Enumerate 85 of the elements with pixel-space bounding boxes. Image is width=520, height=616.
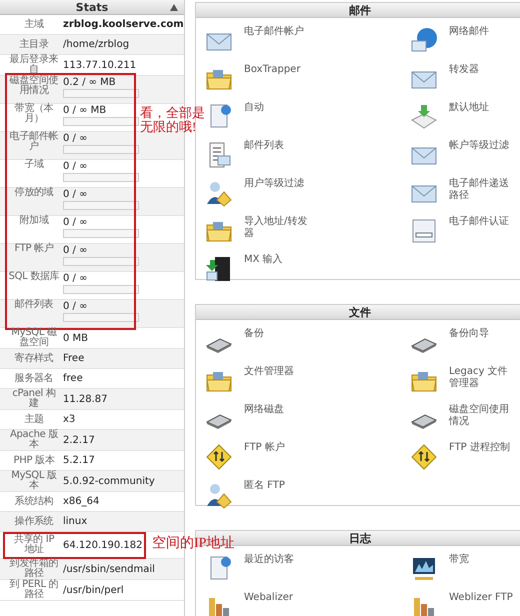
annotation-text: 空间的IP地址 — [152, 534, 234, 552]
stat-label: 主目录 — [18, 40, 50, 50]
feature-link[interactable]: 转发器 — [449, 64, 517, 76]
diamond-icon — [409, 442, 439, 472]
diamond-icon — [204, 442, 234, 472]
stat-label: 邮件列表 — [14, 300, 54, 310]
stat-value: x86_64 — [63, 496, 100, 507]
feature-link[interactable]: Weblizer FTP — [449, 592, 517, 604]
feature-link[interactable]: 电子邮件递送路径 — [449, 178, 517, 201]
stat-value: 11.28.87 — [63, 394, 108, 404]
feature-link[interactable]: 最近的访客 — [244, 554, 314, 566]
annotation-text: 看，全部是无限的哦! — [140, 106, 206, 135]
stat-value: 0 / ∞ — [63, 217, 88, 228]
section-title: 邮件 — [349, 2, 371, 18]
feature-link[interactable]: 备份 — [244, 328, 314, 340]
stat-value: 0 / ∞ — [63, 301, 88, 312]
section-title: 日志 — [349, 530, 371, 546]
feature-link[interactable]: 匿名 FTP — [244, 480, 314, 492]
stat-value: Free — [63, 353, 84, 364]
stat-label: 附加域 — [18, 216, 50, 226]
stat-value: /usr/sbin/sendmail — [63, 564, 155, 574]
stat-label: 子域 — [23, 160, 45, 170]
feature-link[interactable]: 网络邮件 — [449, 26, 517, 38]
stat-label: 停放的域 — [14, 188, 54, 198]
feature-link[interactable]: 备份向导 — [449, 328, 517, 340]
stat-value: 2.2.17 — [63, 434, 95, 446]
section-title: 文件 — [349, 304, 371, 320]
stat-label: Apache 版本 — [8, 430, 60, 450]
stat-value: 5.2.17 — [63, 455, 95, 466]
feature-link[interactable]: 电子邮件认证 — [449, 216, 517, 228]
stat-value: free — [63, 373, 83, 384]
feature-link[interactable]: 用户等级过滤 — [244, 178, 314, 190]
stat-value: linux — [63, 516, 88, 527]
stat-label: 操作系统 — [14, 516, 54, 526]
stat-value: 0 / ∞ — [63, 189, 88, 200]
feature-link[interactable]: BoxTrapper — [244, 64, 314, 76]
stat-label: 磁盘空间使用情况 — [8, 76, 60, 96]
stat-label: 系统结构 — [14, 496, 54, 506]
feature-link[interactable]: 邮件列表 — [244, 140, 314, 152]
feature-link[interactable]: Legacy 文件管理器 — [449, 366, 517, 389]
feature-link[interactable]: 导入地址/转发器 — [244, 216, 314, 239]
stat-value: 0 / ∞ — [63, 133, 88, 144]
feature-link[interactable]: 帐户等级过滤 — [449, 140, 517, 152]
stat-label: 服务器名 — [14, 374, 54, 384]
stat-value: /usr/bin/perl — [63, 584, 124, 596]
stats-title: Stats — [76, 0, 108, 14]
stat-value: 0 / ∞ MB — [63, 105, 106, 116]
stat-value: zrblog.koolserve.com — [63, 19, 184, 30]
feature-link[interactable]: 电子邮件帐户 — [244, 26, 314, 38]
feature-link[interactable]: 磁盘空间使用情况 — [449, 404, 517, 427]
stat-value: 113.77.10.211 — [63, 60, 136, 70]
stat-value: x3 — [63, 414, 76, 425]
stat-value: /home/zrblog — [63, 39, 130, 50]
stat-label: MySQL 磁盘空间 — [10, 328, 58, 348]
stat-label: 共享的 IP 地址 — [12, 535, 56, 555]
stat-label: 电子邮件帐户 — [8, 132, 60, 152]
stat-value: 0 / ∞ — [63, 273, 88, 284]
stat-label: 寄存样式 — [14, 354, 54, 364]
stat-label: 主题 — [23, 414, 45, 424]
stat-label: FTP 帐户 — [13, 244, 55, 254]
feature-link[interactable]: MX 输入 — [244, 254, 314, 266]
stat-label: MySQL 版本 — [10, 471, 58, 491]
stat-value: 0 MB — [63, 332, 88, 344]
stat-label: 到 PERL 的路径 — [8, 580, 60, 600]
stat-label: cPanel 构建 — [11, 389, 57, 409]
stat-label: SQL 数据库 — [8, 272, 60, 282]
feature-link[interactable]: 带宽 — [449, 554, 517, 566]
stat-label: 带宽（本月） — [14, 104, 54, 124]
stat-value: 0 / ∞ — [63, 245, 88, 256]
feature-link[interactable]: 网络磁盘 — [244, 404, 314, 416]
stat-value: 0 / ∞ — [63, 161, 88, 172]
feature-link[interactable]: Webalizer — [244, 592, 314, 604]
feature-link[interactable]: 自动 — [244, 102, 314, 114]
feature-link[interactable]: FTP 帐户 — [244, 442, 314, 454]
stat-label: 到发件箱的路径 — [8, 559, 60, 579]
stat-label: PHP 版本 — [12, 456, 56, 466]
stat-label: 主域 — [23, 20, 45, 30]
stat-label: 最后登录来自 — [8, 55, 60, 75]
feature-link[interactable]: 文件管理器 — [244, 366, 314, 378]
feature-link[interactable]: 默认地址 — [449, 102, 517, 114]
stat-value: 0.2 / ∞ MB — [63, 77, 116, 88]
feature-link[interactable]: FTP 进程控制 — [449, 442, 517, 454]
collapse-icon[interactable] — [170, 4, 178, 11]
stat-value: 64.120.190.182 — [63, 540, 143, 550]
stat-value: 5.0.92-community — [63, 476, 155, 486]
